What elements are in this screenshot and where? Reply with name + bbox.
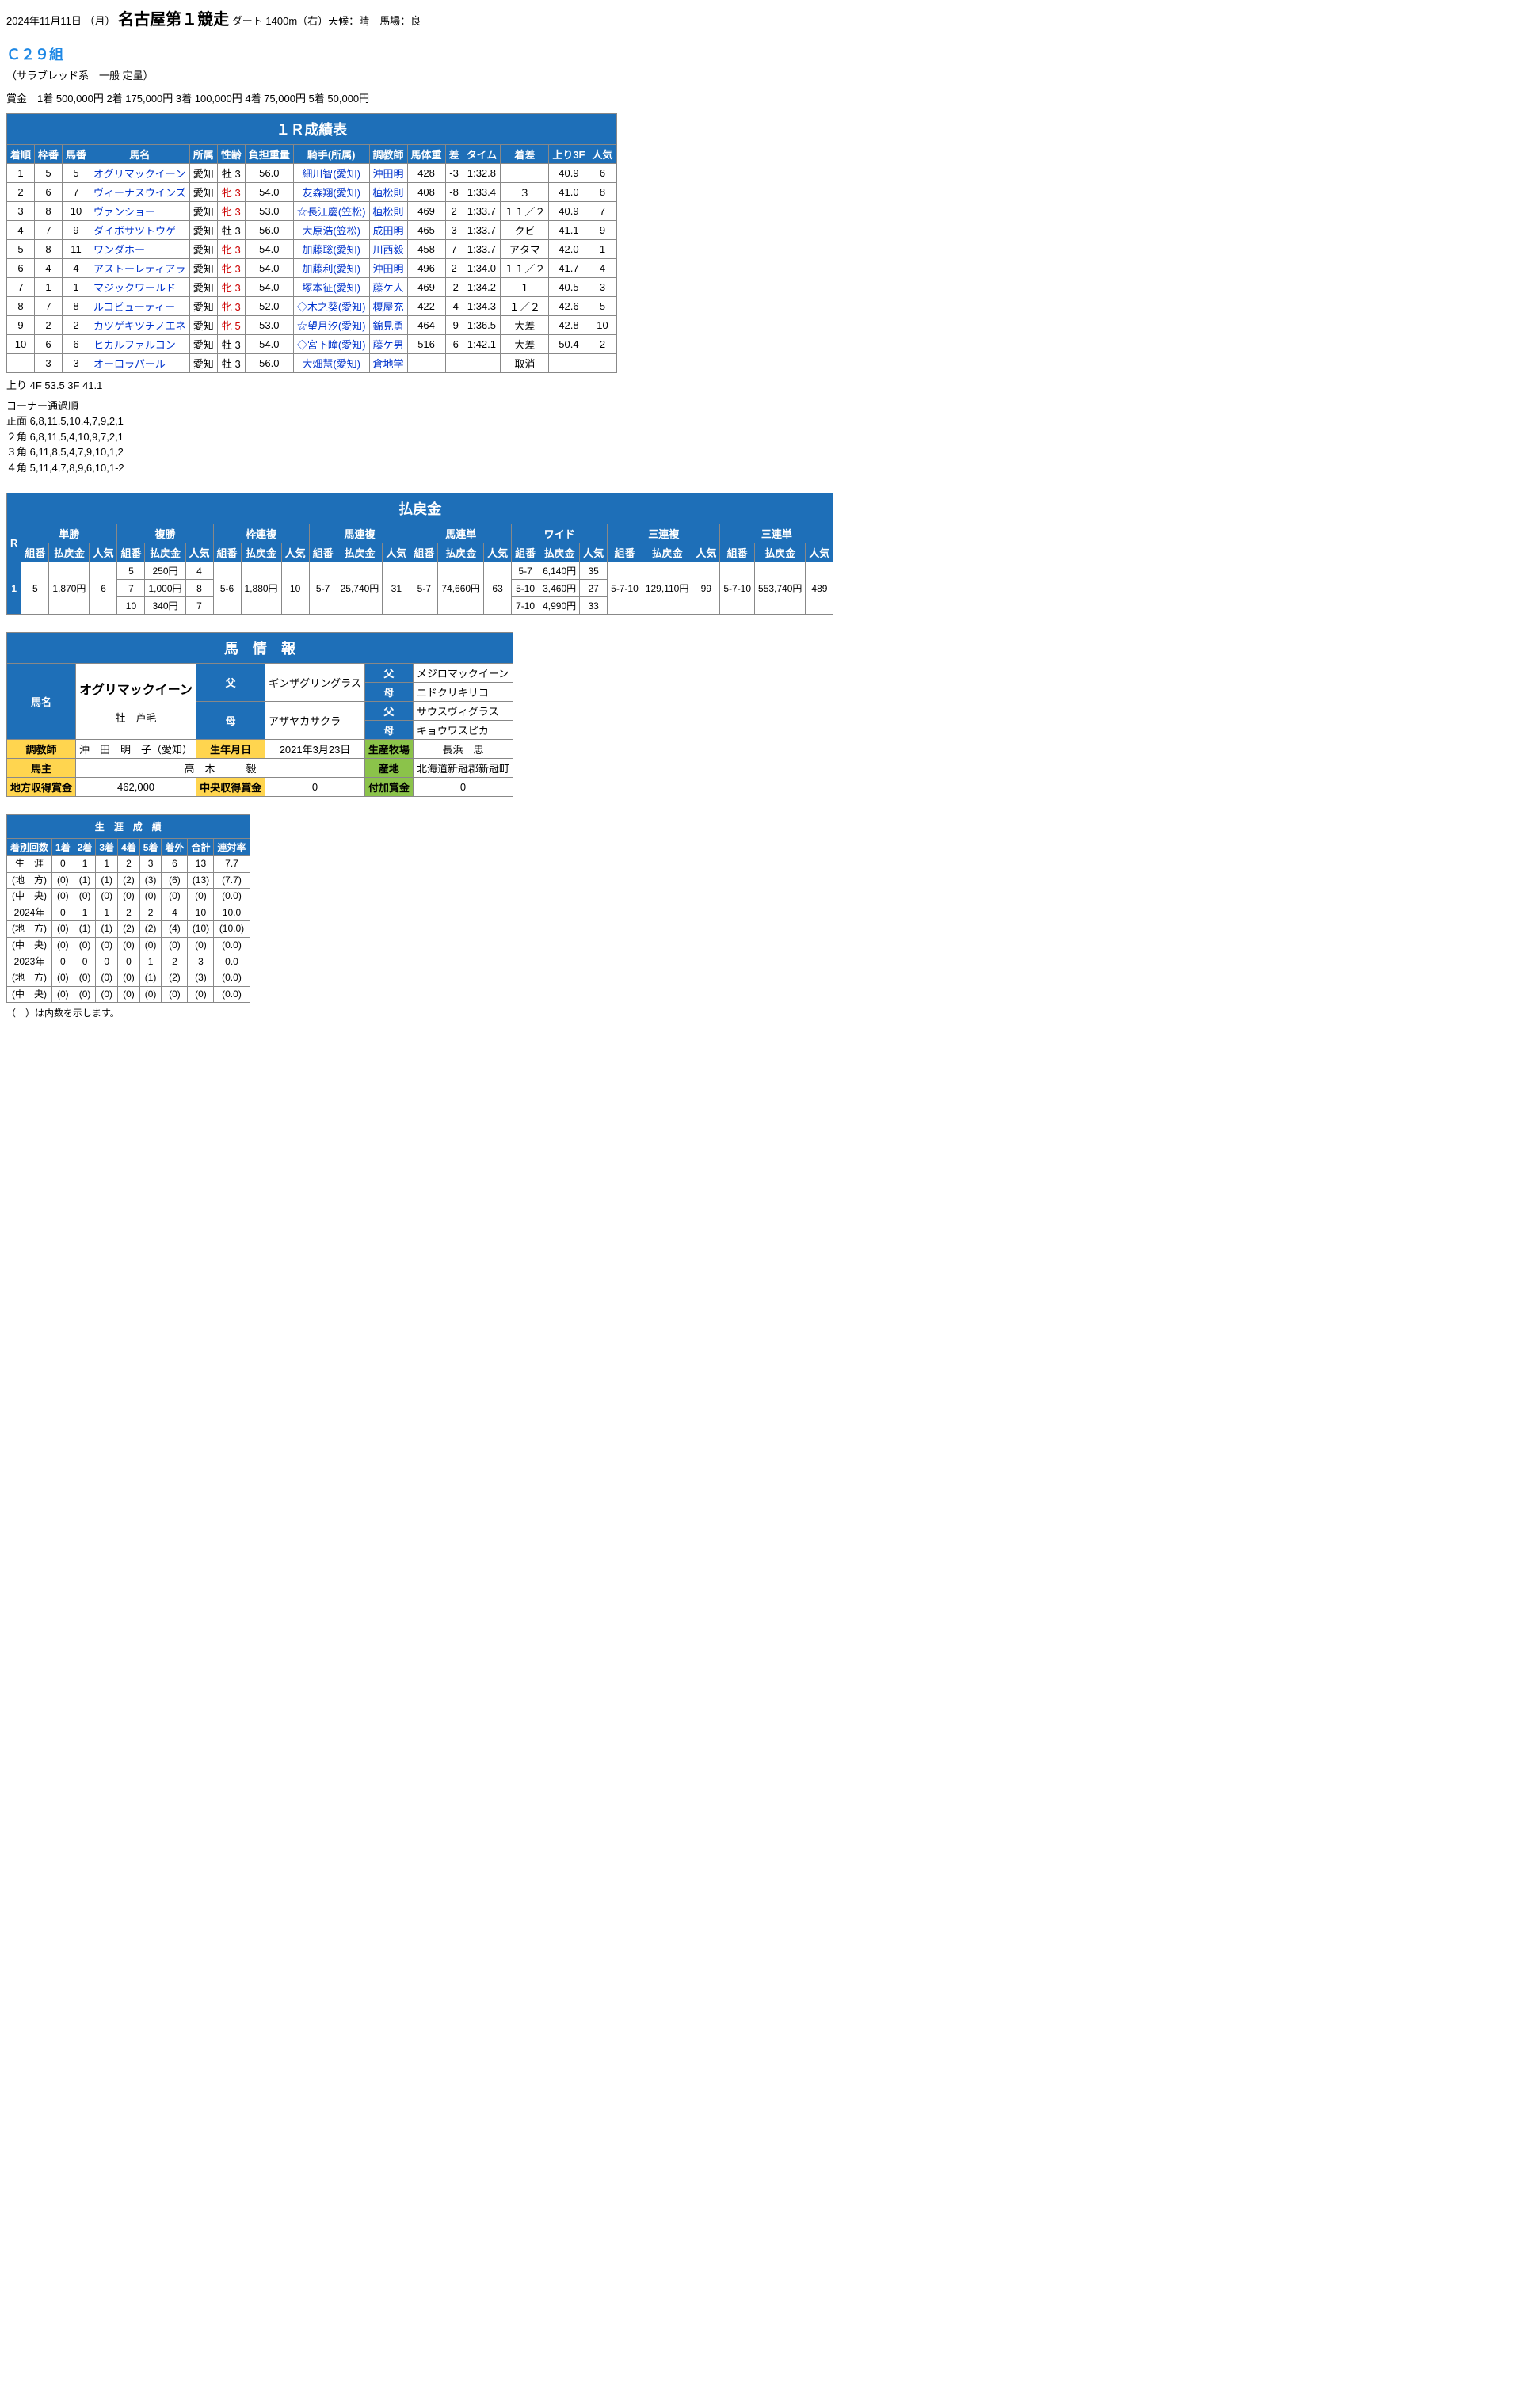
horseinfo-title: 馬 情 報 bbox=[7, 633, 513, 664]
horse-link[interactable]: ワンダホー bbox=[90, 240, 190, 259]
jockey-link[interactable]: ☆長江慶(笠松) bbox=[293, 202, 369, 221]
result-row: 644アストーレティアラ愛知牝 354.0加藤利(愛知)沖田明49621:34.… bbox=[7, 259, 617, 278]
horse-link[interactable]: ルコビューティー bbox=[90, 297, 190, 316]
horse-link[interactable]: アストーレティアラ bbox=[90, 259, 190, 278]
jockey-link[interactable]: 大畑慧(愛知) bbox=[293, 354, 369, 373]
result-row: 479ダイボサツトウゲ愛知牡 356.0大原浩(笠松)成田明46531:33.7… bbox=[7, 221, 617, 240]
result-row: 33オーロラパール愛知牡 356.0大畑慧(愛知)倉地学—取消 bbox=[7, 354, 617, 373]
prize-line: 賞金 1着 500,000円 2着 175,000円 3着 100,000円 4… bbox=[6, 90, 1519, 105]
result-row: 1066ヒカルファルコン愛知牡 354.0◇宮下瞳(愛知)藤ケ男516-61:4… bbox=[7, 335, 617, 354]
result-row: 922カツゲキツチノエネ愛知牝 553.0☆望月汐(愛知)錦見勇464-91:3… bbox=[7, 316, 617, 335]
jockey-link[interactable]: ◇宮下瞳(愛知) bbox=[293, 335, 369, 354]
trainer-link[interactable]: 沖田明 bbox=[369, 164, 407, 183]
horse-link[interactable]: カツゲキツチノエネ bbox=[90, 316, 190, 335]
jockey-link[interactable]: 大原浩(笠松) bbox=[293, 221, 369, 240]
agari: 上り 4F 53.5 3F 41.1 bbox=[6, 378, 1519, 394]
jockey-link[interactable]: 細川智(愛知) bbox=[293, 164, 369, 183]
horse-link[interactable]: ヒカルファルコン bbox=[90, 335, 190, 354]
payout-table: 払戻金 R単勝複勝枠連複馬連複馬連単ワイド三連複三連単 組番払戻金人気組番払戻金… bbox=[6, 493, 833, 615]
trainer-link[interactable]: 沖田明 bbox=[369, 259, 407, 278]
jockey-link[interactable]: ◇木之葵(愛知) bbox=[293, 297, 369, 316]
trainer-link[interactable]: 榎屋充 bbox=[369, 297, 407, 316]
corners: コーナー通過順 正面 6,8,11,5,10,4,7,9,2,1２角 6,8,1… bbox=[6, 398, 1519, 476]
horseinfo-table: 馬 情 報 馬名 オグリマックイーン 牡 芦毛 父 ギンザグリングラス 父 メジ… bbox=[6, 632, 513, 797]
race-date: 2024年11月11日 （月） bbox=[6, 15, 116, 27]
trainer-link[interactable]: 錦見勇 bbox=[369, 316, 407, 335]
trainer-link[interactable]: 倉地学 bbox=[369, 354, 407, 373]
results-table: １Ｒ成績表 着順枠番馬番馬名所属性齢負担重量騎手(所属)調教師馬体重差タイム着差… bbox=[6, 113, 617, 373]
horse-link[interactable]: ヴィーナスウインズ bbox=[90, 183, 190, 202]
horse-link[interactable]: オーロラパール bbox=[90, 354, 190, 373]
payout-title: 払戻金 bbox=[7, 493, 833, 524]
class-name: Ｃ２９組 bbox=[6, 44, 1519, 64]
race-course: ダート 1400m（右）天候：晴 馬場：良 bbox=[232, 15, 421, 27]
result-row: 711マジックワールド愛知牝 354.0塚本征(愛知)藤ケ人469-21:34.… bbox=[7, 278, 617, 297]
trainer-link[interactable]: 植松則 bbox=[369, 183, 407, 202]
career-title: 生 涯 成 績 bbox=[7, 815, 250, 839]
horse-link[interactable]: マジックワールド bbox=[90, 278, 190, 297]
jockey-link[interactable]: ☆望月汐(愛知) bbox=[293, 316, 369, 335]
result-row: 3810ヴァンショー愛知牝 353.0☆長江慶(笠松)植松則46921:33.7… bbox=[7, 202, 617, 221]
jockey-link[interactable]: 友森翔(愛知) bbox=[293, 183, 369, 202]
result-row: 878ルコビューティー愛知牝 352.0◇木之葵(愛知)榎屋充422-41:34… bbox=[7, 297, 617, 316]
race-header: 2024年11月11日 （月） 名古屋第１競走 ダート 1400m（右）天候：晴… bbox=[6, 6, 1519, 29]
result-row: 5811ワンダホー愛知牝 354.0加藤聡(愛知)川西毅45871:33.7アタ… bbox=[7, 240, 617, 259]
trainer-link[interactable]: 植松則 bbox=[369, 202, 407, 221]
trainer-link[interactable]: 川西毅 bbox=[369, 240, 407, 259]
trainer-link[interactable]: 藤ケ人 bbox=[369, 278, 407, 297]
results-title: １Ｒ成績表 bbox=[7, 114, 617, 145]
jockey-link[interactable]: 塚本征(愛知) bbox=[293, 278, 369, 297]
career-note: （ ）は内数を示します。 bbox=[6, 1006, 1519, 1019]
horse-link[interactable]: ヴァンショー bbox=[90, 202, 190, 221]
horse-link[interactable]: オグリマックイーン bbox=[90, 164, 190, 183]
jockey-link[interactable]: 加藤利(愛知) bbox=[293, 259, 369, 278]
trainer-link[interactable]: 成田明 bbox=[369, 221, 407, 240]
career-table: 生 涯 成 績 着別回数1着2着3着4着5着着外合計連対率 生 涯0112361… bbox=[6, 814, 250, 1003]
race-title: 名古屋第１競走 bbox=[118, 11, 229, 29]
result-row: 267ヴィーナスウインズ愛知牝 354.0友森翔(愛知)植松則408-81:33… bbox=[7, 183, 617, 202]
jockey-link[interactable]: 加藤聡(愛知) bbox=[293, 240, 369, 259]
horse-link[interactable]: ダイボサツトウゲ bbox=[90, 221, 190, 240]
class-detail: （サラブレッド系 一般 定量） bbox=[6, 67, 1519, 82]
lbl-name: 馬名 bbox=[7, 664, 76, 740]
result-row: 155オグリマックイーン愛知牡 356.0細川智(愛知)沖田明428-31:32… bbox=[7, 164, 617, 183]
corners-title: コーナー通過順 bbox=[6, 398, 1519, 414]
trainer-link[interactable]: 藤ケ男 bbox=[369, 335, 407, 354]
horse-name-cell: オグリマックイーン 牡 芦毛 bbox=[76, 664, 196, 740]
